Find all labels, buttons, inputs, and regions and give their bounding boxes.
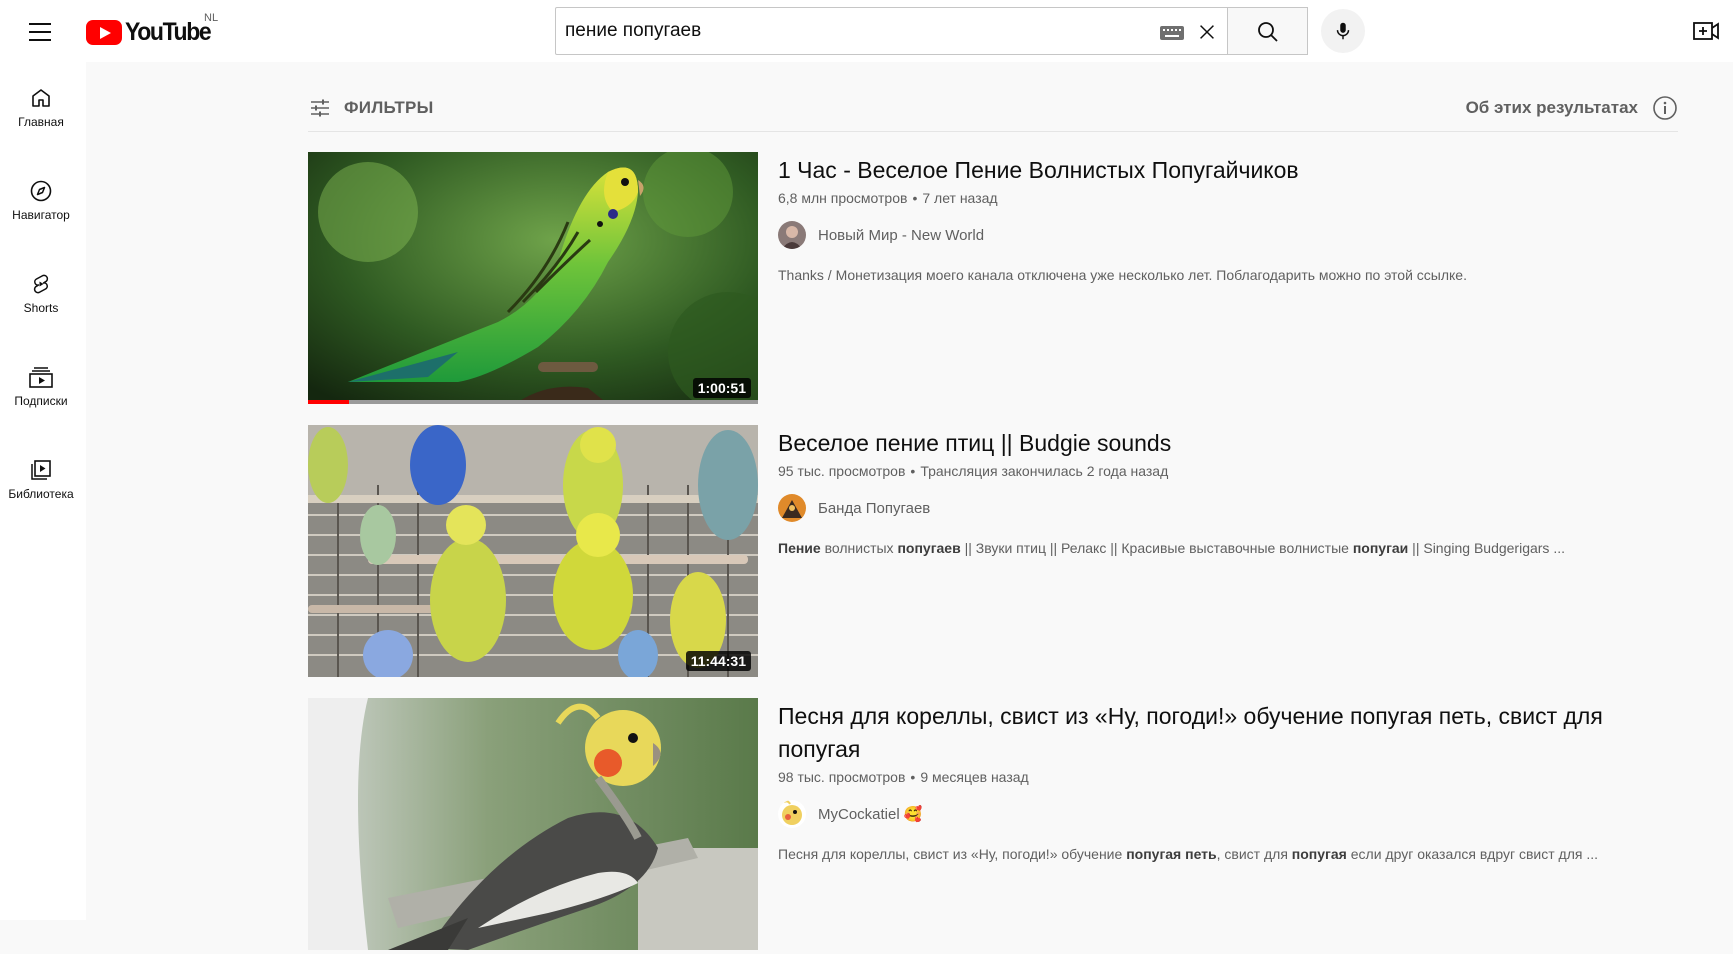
library-icon bbox=[31, 460, 51, 480]
sidebar-item-label: Навигатор bbox=[12, 208, 70, 222]
channel-avatar bbox=[778, 800, 806, 828]
voice-search-button[interactable] bbox=[1321, 9, 1365, 53]
video-meta: Песня для кореллы, свист из «Ну, погоди!… bbox=[778, 698, 1678, 862]
video-title[interactable]: Веселое пение птиц || Budgie sounds bbox=[778, 425, 1678, 460]
channel-name: Банда Попугаев bbox=[818, 499, 931, 517]
view-count: 95 тыс. просмотров bbox=[778, 463, 906, 479]
publish-age: 9 месяцев назад bbox=[920, 769, 1029, 785]
video-result: 1:00:51 1 Час - Веселое Пение Волнистых … bbox=[308, 152, 1678, 408]
video-thumbnail[interactable]: 1:00:51 bbox=[308, 152, 758, 404]
publish-age: Трансляция закончилась 2 года назад bbox=[920, 463, 1169, 479]
channel-name: Новый Мир - New World bbox=[818, 226, 985, 244]
filter-sliders-icon bbox=[311, 99, 329, 117]
video-snippet: Пение волнистых попугаев || Звуки птиц |… bbox=[778, 540, 1678, 556]
youtube-logo[interactable]: YouTube bbox=[86, 18, 218, 47]
video-result: 11:44:31 Веселое пение птиц || Budgie so… bbox=[308, 425, 1678, 681]
keyboard-icon[interactable] bbox=[1160, 26, 1184, 40]
cockatiel-thumbnail-image bbox=[308, 698, 758, 950]
about-results-label: Об этих результатах bbox=[1465, 98, 1638, 117]
video-duration: 11:44:31 bbox=[685, 651, 751, 671]
home-icon bbox=[32, 89, 50, 107]
masthead: YouTube NL bbox=[0, 0, 1733, 62]
snippet-part: Thanks / Монетизация моего канала отключ… bbox=[778, 267, 1467, 283]
clear-search-icon[interactable] bbox=[1196, 21, 1218, 43]
sidebar-item-label: Библиотека bbox=[8, 487, 74, 501]
sidebar-item-label: Подписки bbox=[14, 394, 68, 408]
about-results-button[interactable]: Об этих результатах bbox=[1466, 86, 1678, 130]
sidebar-item-label: Shorts bbox=[23, 301, 59, 315]
video-title[interactable]: Песня для кореллы, свист из «Ну, погоди!… bbox=[778, 698, 1678, 766]
video-stats: 6,8 млн просмотров • 7 лет назад bbox=[778, 190, 998, 206]
video-snippet: Песня для кореллы, свист из «Ну, погоди!… bbox=[778, 846, 1678, 862]
sidebar-item-home[interactable]: Главная bbox=[0, 86, 82, 166]
video-snippet: Thanks / Монетизация моего канала отключ… bbox=[778, 267, 1678, 283]
channel-link[interactable]: Новый Мир - New World bbox=[778, 220, 1678, 250]
publish-age: 7 лет назад bbox=[922, 190, 998, 206]
watch-progress-fill bbox=[308, 400, 349, 404]
budgie-thumbnail-image bbox=[308, 152, 758, 404]
video-result: Песня для кореллы, свист из «Ну, погоди!… bbox=[308, 698, 1678, 954]
video-meta: 1 Час - Веселое Пение Волнистых Попугайч… bbox=[778, 152, 1678, 283]
youtube-play-icon bbox=[86, 20, 122, 45]
snippet-part: || Звуки птиц || Релакс || Красивые выст… bbox=[960, 540, 1353, 556]
watch-progress-bar bbox=[308, 400, 758, 404]
snippet-part: Песня для кореллы, свист из «Ну, погоди!… bbox=[778, 846, 1127, 862]
sidebar-item-explore[interactable]: Навигатор bbox=[0, 179, 82, 259]
video-stats: 95 тыс. просмотров • Трансляция закончилас… bbox=[778, 463, 1169, 479]
snippet-part: волнистых bbox=[820, 540, 898, 556]
microphone-icon bbox=[1336, 22, 1350, 40]
search-icon bbox=[1258, 22, 1278, 42]
sidebar-item-subscriptions[interactable]: Подписки bbox=[0, 365, 82, 445]
video-title[interactable]: 1 Час - Веселое Пение Волнистых Попугайч… bbox=[778, 152, 1678, 187]
snippet-part: Пение bbox=[778, 540, 821, 556]
channel-link[interactable]: Банда Попугаев bbox=[778, 493, 1678, 523]
channel-link[interactable]: MyCockatiel 🥰 bbox=[778, 799, 1678, 829]
filters-button[interactable]: ФИЛЬТРЫ bbox=[308, 86, 434, 130]
video-stats: 98 тыс. просмотров • 9 месяцев назад bbox=[778, 769, 1029, 785]
info-icon bbox=[1653, 96, 1677, 120]
filter-row: ФИЛЬТРЫ Об этих результатах bbox=[308, 86, 1678, 132]
channel-name: MyCockatiel 🥰 bbox=[818, 806, 923, 823]
menu-icon[interactable] bbox=[24, 17, 56, 45]
logo-text: YouTube bbox=[125, 18, 212, 46]
view-count: 98 тыс. просмотров bbox=[778, 769, 906, 785]
search-button[interactable] bbox=[1228, 7, 1308, 55]
search-box[interactable] bbox=[555, 7, 1228, 55]
snippet-part: попугаев bbox=[897, 540, 961, 556]
subscriptions-icon bbox=[29, 367, 53, 388]
video-thumbnail[interactable] bbox=[308, 698, 758, 950]
channel-avatar bbox=[778, 221, 806, 249]
snippet-part: если друг оказался вдруг свист для ... bbox=[1346, 846, 1598, 862]
video-duration: 1:00:51 bbox=[692, 378, 751, 398]
filters-label: ФИЛЬТРЫ bbox=[344, 98, 434, 117]
snippet-part: , свист для bbox=[1216, 846, 1292, 862]
snippet-part: попугаи bbox=[1352, 540, 1409, 556]
sidebar-item-library[interactable]: Библиотека bbox=[0, 458, 82, 538]
video-thumbnail[interactable]: 11:44:31 bbox=[308, 425, 758, 677]
region-code: NL bbox=[204, 12, 219, 24]
sidebar-item-label: Главная bbox=[18, 115, 64, 129]
video-meta: Веселое пение птиц || Budgie sounds 95 т… bbox=[778, 425, 1678, 556]
compass-icon bbox=[30, 180, 52, 202]
search-input[interactable] bbox=[556, 8, 1155, 54]
snippet-part: попугая петь bbox=[1126, 846, 1217, 862]
create-video-icon[interactable] bbox=[1692, 18, 1720, 44]
sidebar: Главная Навигатор Shorts Подписки Библио… bbox=[0, 62, 86, 920]
channel-avatar bbox=[778, 494, 806, 522]
snippet-part: || Singing Budgerigars ... bbox=[1408, 540, 1565, 556]
view-count: 6,8 млн просмотров bbox=[778, 190, 908, 206]
snippet-part: попугая bbox=[1291, 846, 1347, 862]
budgies-cage-thumbnail-image bbox=[308, 425, 758, 677]
shorts-icon bbox=[33, 274, 49, 294]
sidebar-item-shorts[interactable]: Shorts bbox=[0, 272, 82, 352]
